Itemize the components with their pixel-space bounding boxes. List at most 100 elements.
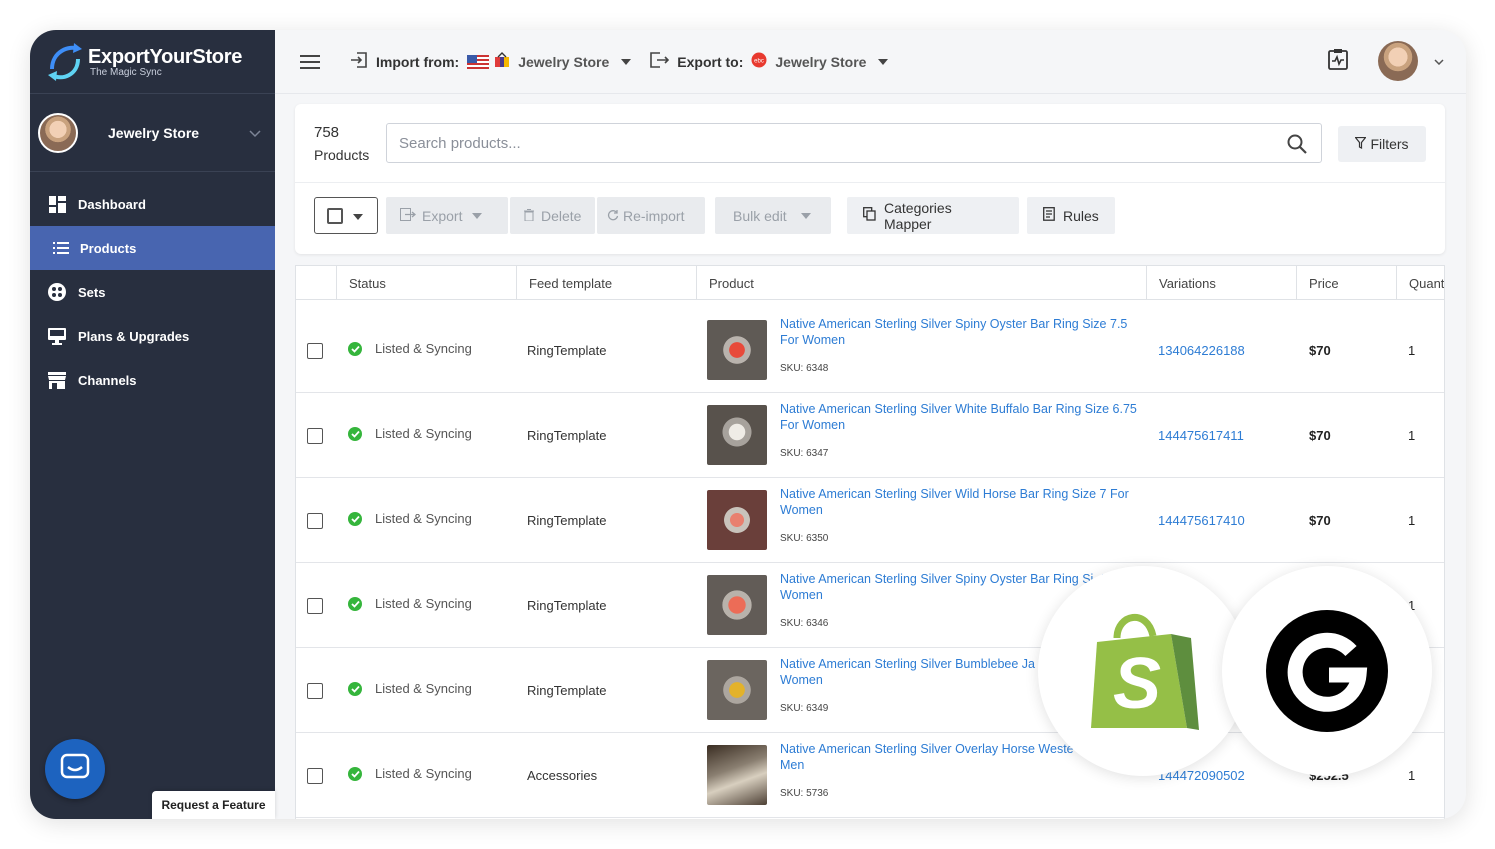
product-title-link[interactable]: Native American Sterling Silver White Bu… xyxy=(780,401,1140,433)
table-header: Status Feed template Product Variations … xyxy=(296,266,1444,300)
reimport-button[interactable]: Re-import xyxy=(597,197,705,234)
product-sku: SKU: 6346 xyxy=(780,618,829,629)
brand-logo[interactable]: ExportYourStore The Magic Sync xyxy=(30,30,275,94)
status-text: Listed & Syncing xyxy=(375,341,472,356)
status-cell: Listed & Syncing xyxy=(348,766,472,781)
logo-mark-icon xyxy=(44,39,86,85)
store-switcher[interactable]: Jewelry Store xyxy=(30,94,275,172)
shopify-logo: S xyxy=(1038,566,1248,776)
products-toolbar-card: 758 Products Filters xyxy=(295,104,1445,254)
chevron-down-icon[interactable] xyxy=(1434,52,1444,70)
row-checkbox[interactable] xyxy=(307,343,323,359)
product-thumbnail[interactable] xyxy=(707,660,767,720)
sidebar-item-label: Plans & Upgrades xyxy=(78,328,190,344)
search-input[interactable] xyxy=(399,134,1259,152)
variation-link[interactable]: 134064226188 xyxy=(1158,343,1245,358)
google-logo xyxy=(1222,566,1432,776)
divider xyxy=(295,182,1445,183)
import-selector[interactable]: Import from: Jewelry Store xyxy=(350,51,632,72)
app-title: ExportYourStore xyxy=(88,45,243,68)
filters-button[interactable]: Filters xyxy=(1338,126,1426,162)
request-feature-button[interactable]: Request a Feature xyxy=(152,791,275,819)
rules-button[interactable]: Rules xyxy=(1027,197,1115,234)
product-thumbnail[interactable] xyxy=(707,745,767,805)
delete-label: Delete xyxy=(541,207,582,224)
status-text: Listed & Syncing xyxy=(375,426,472,441)
chevron-down-icon xyxy=(249,127,261,141)
monitor-icon xyxy=(48,327,66,345)
topbar: Import from: Jewelry Store Export to: eb… xyxy=(275,30,1466,94)
chat-button[interactable] xyxy=(45,739,105,799)
chevron-down-icon xyxy=(878,58,889,65)
product-sku: SKU: 6347 xyxy=(780,448,829,459)
chat-icon xyxy=(60,753,90,786)
sidebar-item-channels[interactable]: Channels xyxy=(30,358,275,402)
channel-logo-icon: ebc xyxy=(751,52,767,71)
user-avatar[interactable] xyxy=(1378,41,1418,81)
export-selector[interactable]: Export to: ebc Jewelry Store xyxy=(649,51,889,72)
check-circle-icon xyxy=(348,341,362,356)
dashboard-icon xyxy=(48,195,66,213)
bulk-edit-label: Bulk edit xyxy=(733,207,787,224)
select-all-checkbox[interactable] xyxy=(327,207,343,224)
delete-button[interactable]: Delete xyxy=(510,197,595,234)
export-icon xyxy=(649,51,670,72)
sidebar-item-label: Sets xyxy=(78,284,106,300)
sidebar-item-dashboard[interactable]: Dashboard xyxy=(30,182,275,226)
column-header-status[interactable]: Status xyxy=(336,266,516,300)
row-checkbox[interactable] xyxy=(307,513,323,529)
bulk-edit-button[interactable]: Bulk edit xyxy=(715,197,831,234)
product-thumbnail[interactable] xyxy=(707,405,767,465)
table-row[interactable]: Listed & Syncing RingTemplate Native Ameri… xyxy=(296,478,1444,563)
variation-link[interactable]: 144475617410 xyxy=(1158,513,1245,528)
product-sku: SKU: 6348 xyxy=(780,363,829,374)
product-thumbnail[interactable] xyxy=(707,320,767,380)
quantity: 1 xyxy=(1408,513,1416,528)
categories-mapper-label: Categories Mapper xyxy=(884,199,952,232)
clipboard-activity-icon[interactable] xyxy=(1328,48,1348,75)
sets-icon xyxy=(48,283,66,301)
row-checkbox[interactable] xyxy=(307,428,323,444)
column-header-product[interactable]: Product xyxy=(696,266,1146,300)
price: $70 xyxy=(1309,513,1331,528)
caret-down-icon xyxy=(800,212,811,219)
sidebar-item-plans[interactable]: Plans & Upgrades xyxy=(30,314,275,358)
product-thumbnail[interactable] xyxy=(707,490,767,550)
row-checkbox[interactable] xyxy=(307,768,323,784)
rules-icon xyxy=(1043,207,1055,224)
caret-down-icon xyxy=(472,212,483,219)
product-thumbnail[interactable] xyxy=(707,575,767,635)
copy-icon xyxy=(863,207,876,224)
variation-link[interactable]: 144475617411 xyxy=(1158,428,1244,443)
product-title-link[interactable]: Native American Sterling Silver Spiny Oy… xyxy=(780,316,1140,348)
table-row[interactable]: Listed & Syncing RingTemplate Native Ameri… xyxy=(296,393,1444,478)
sidebar-item-sets[interactable]: Sets xyxy=(30,270,275,314)
feed-template: RingTemplate xyxy=(527,513,607,528)
price: $70 xyxy=(1309,343,1331,358)
sidebar-item-products[interactable]: Products xyxy=(30,226,275,270)
column-header-quantity[interactable]: Quant xyxy=(1396,266,1444,300)
check-circle-icon xyxy=(348,681,362,696)
search-icon[interactable] xyxy=(1287,134,1307,159)
svg-text:ebc: ebc xyxy=(755,59,765,65)
list-icon xyxy=(52,239,70,257)
reimport-label: Re-import xyxy=(623,207,685,224)
product-title-link[interactable]: Native American Sterling Silver Wild Hor… xyxy=(780,486,1140,518)
export-label: Export xyxy=(422,207,463,224)
export-label: Export to: xyxy=(677,53,744,70)
column-header-price[interactable]: Price xyxy=(1296,266,1396,300)
feed-template: RingTemplate xyxy=(527,598,607,613)
select-all-dropdown[interactable] xyxy=(314,197,378,234)
row-checkbox[interactable] xyxy=(307,598,323,614)
menu-icon[interactable] xyxy=(300,51,320,73)
column-header-variations[interactable]: Variations xyxy=(1146,266,1296,300)
chevron-down-icon xyxy=(621,58,632,65)
table-row[interactable]: Listed & Syncing RingTemplate Native Ameri… xyxy=(296,308,1444,393)
export-button[interactable]: Export xyxy=(386,197,508,234)
feed-template: RingTemplate xyxy=(527,683,607,698)
categories-mapper-button[interactable]: Categories Mapper xyxy=(847,197,1019,234)
product-sku: SKU: 6350 xyxy=(780,533,829,544)
filter-icon xyxy=(1354,136,1368,152)
row-checkbox[interactable] xyxy=(307,683,323,699)
column-header-feed-template[interactable]: Feed template xyxy=(516,266,696,300)
